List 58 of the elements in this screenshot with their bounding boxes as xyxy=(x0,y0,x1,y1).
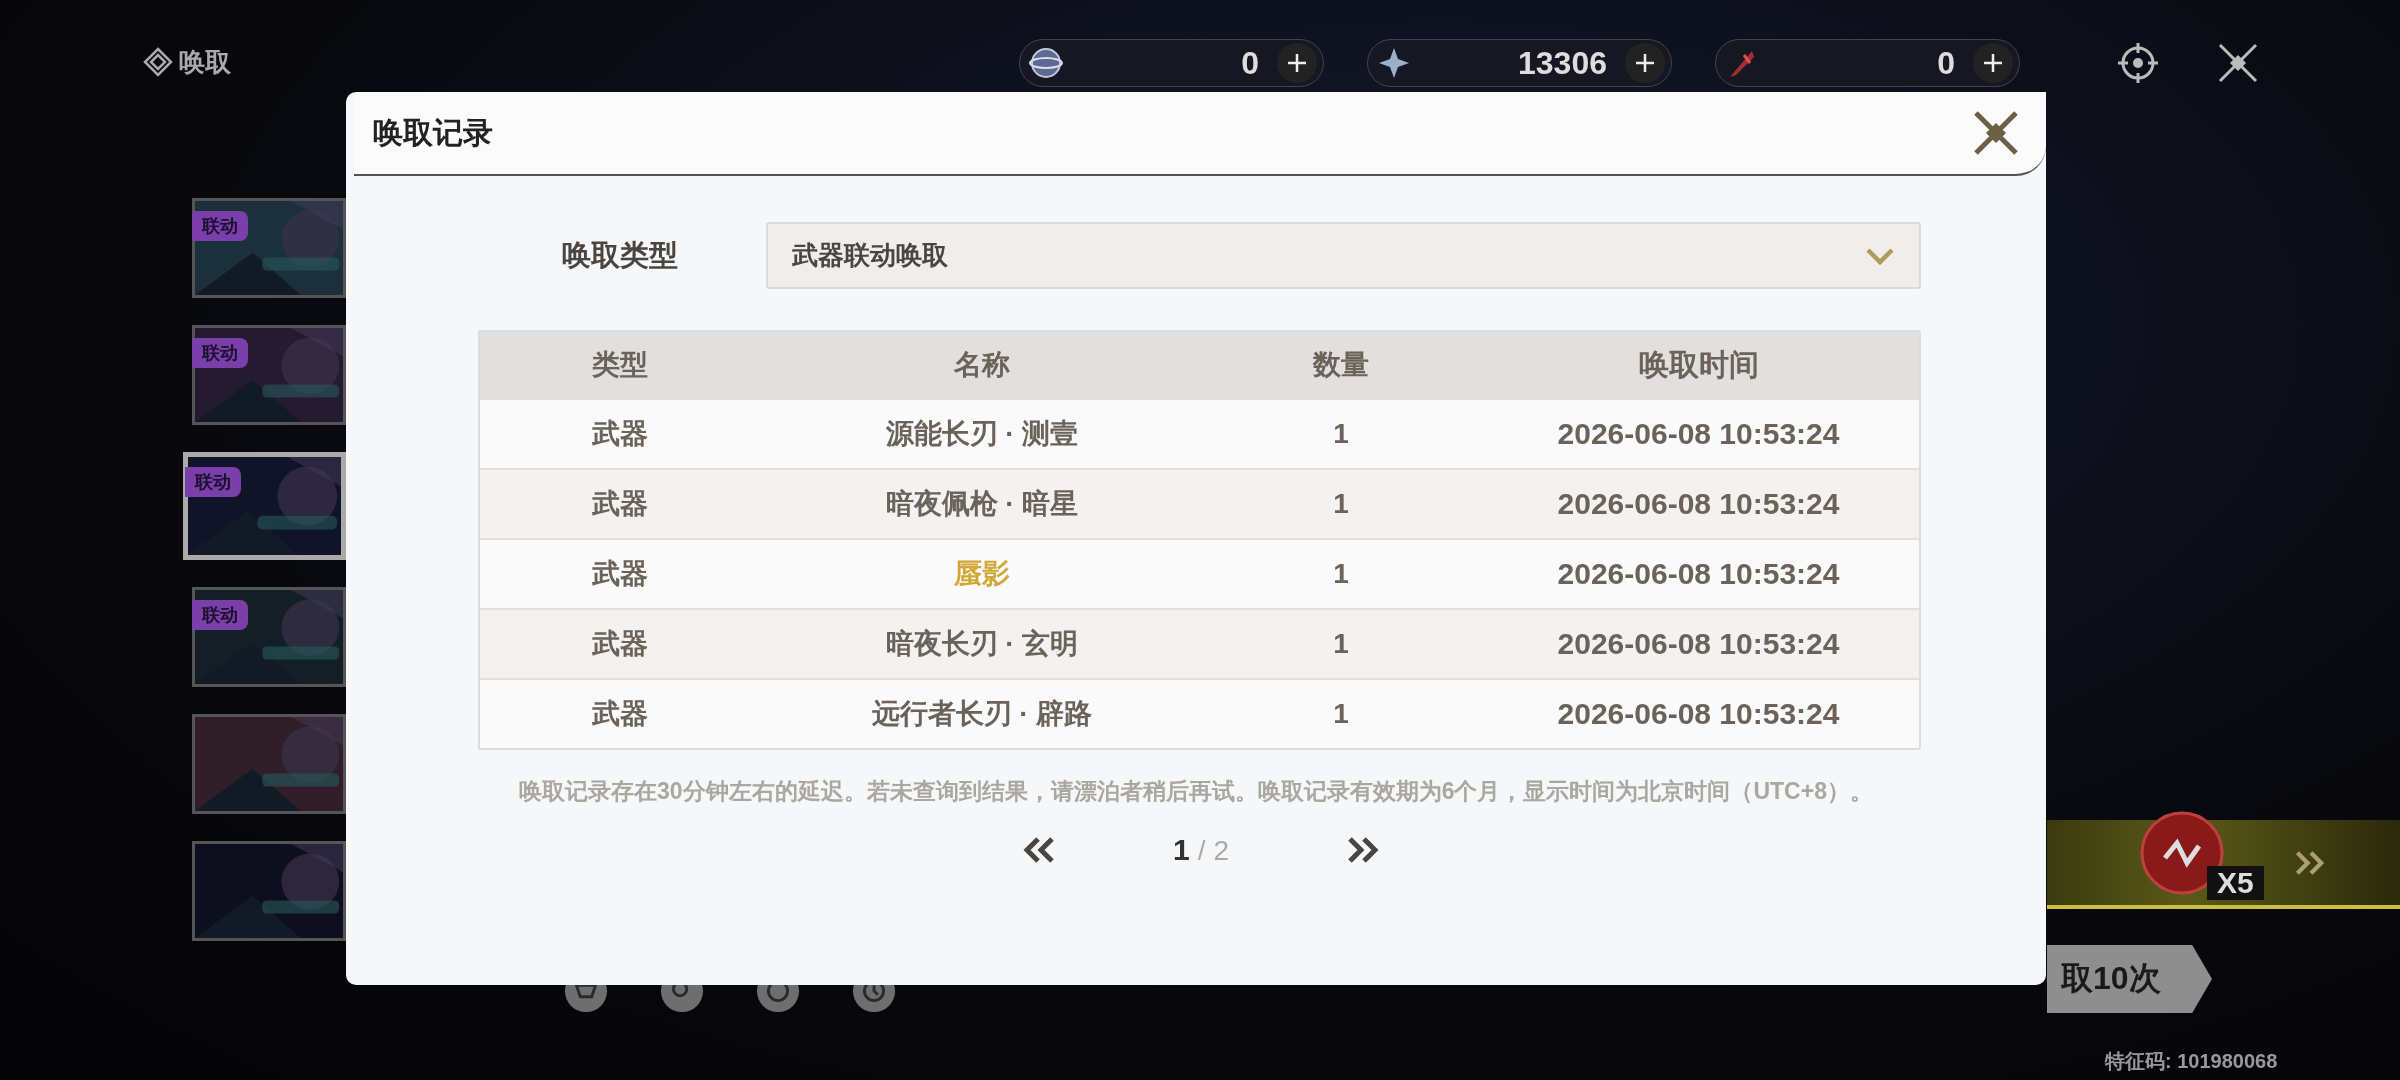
table-cell-text: 2026-06-08 10:53:24 xyxy=(1556,487,1841,521)
close-icon[interactable] xyxy=(1972,109,2020,157)
table-cell-text: 武器 xyxy=(591,697,649,731)
table-cell-text: 暗夜长刃 · 玄明 xyxy=(884,627,1080,661)
table-cell-text: 武器 xyxy=(591,627,649,661)
plus-icon xyxy=(1981,51,2005,75)
pull-button[interactable]: 取10次 xyxy=(2047,945,2212,1013)
page-title: 唤取 xyxy=(179,45,231,79)
table-cell-text: 武器 xyxy=(591,487,649,521)
column-header: 数量 xyxy=(1311,348,1370,382)
table-cell-text: 源能长刃 · 测壹 xyxy=(884,417,1080,451)
filter-label: 唤取类型 xyxy=(562,237,679,273)
total-pages: 2 xyxy=(1213,835,1229,867)
banner-tab[interactable]: 联动 xyxy=(192,198,346,298)
close-icon[interactable] xyxy=(2216,41,2260,85)
add-button[interactable] xyxy=(1625,43,1665,83)
banner-tab[interactable]: 联动 xyxy=(192,587,346,687)
table-cell-text: 武器 xyxy=(591,557,649,591)
currency-value: 13306 xyxy=(1517,44,1608,82)
add-button[interactable] xyxy=(1973,43,2013,83)
plus-icon xyxy=(1285,51,1309,75)
plus-icon xyxy=(1633,51,1657,75)
collab-tag: 联动 xyxy=(185,467,241,497)
feature-code: 特征码: 101980068 xyxy=(2105,1049,2278,1074)
table-cell-text: 2026-06-08 10:53:24 xyxy=(1556,627,1841,661)
collab-tag: 联动 xyxy=(192,600,248,630)
current-page: 1 xyxy=(1172,833,1190,867)
table-cell-text: 1 xyxy=(1332,698,1350,730)
diamond-icon xyxy=(143,47,173,77)
add-button[interactable] xyxy=(1277,43,1317,83)
table-cell-text: 远行者长刃 · 辟路 xyxy=(870,697,1094,731)
currency-value: 0 xyxy=(1936,44,1956,82)
chevron-down-icon xyxy=(1865,245,1895,266)
type-dropdown[interactable]: 武器联动唤取 xyxy=(766,222,1921,289)
orb-icon xyxy=(1028,45,1064,81)
currency-value: 0 xyxy=(1240,44,1260,82)
table-cell-text: 1 xyxy=(1332,418,1350,450)
dialog-title: 唤取记录 xyxy=(373,114,493,151)
collab-tag: 联动 xyxy=(192,338,248,368)
table-cell-text: 1 xyxy=(1332,488,1350,520)
table-cell-text: 2026-06-08 10:53:24 xyxy=(1556,697,1841,731)
column-header: 唤取时间 xyxy=(1637,346,1760,383)
table-cell-text: 暗夜佩枪 · 暗星 xyxy=(884,487,1080,521)
table-cell-text: 蜃影 xyxy=(953,557,1011,591)
page-separator: / xyxy=(1197,835,1206,867)
column-header: 名称 xyxy=(953,348,1011,382)
banner-tab[interactable]: 联动 xyxy=(183,452,346,560)
table-cell-text: 2026-06-08 10:53:24 xyxy=(1556,417,1841,451)
bonus-count: X5 xyxy=(2207,865,2264,900)
table-cell-text: 2026-06-08 10:53:24 xyxy=(1556,557,1841,591)
notice-text: 唤取记录存在30分钟左右的延迟。若未查询到结果，请漂泊者稍后再试。唤取记录有效期为6个月，显示时间为北京时间（UTC+8）。 xyxy=(518,777,1874,806)
column-header: 类型 xyxy=(591,348,649,382)
settings-icon[interactable] xyxy=(2116,41,2160,85)
table-cell-text: 1 xyxy=(1332,628,1350,660)
table-cell-text: 武器 xyxy=(591,417,649,451)
table-cell-text: 1 xyxy=(1332,558,1350,590)
banner-tab[interactable]: 联动 xyxy=(192,325,346,425)
collab-tag: 联动 xyxy=(192,211,248,241)
